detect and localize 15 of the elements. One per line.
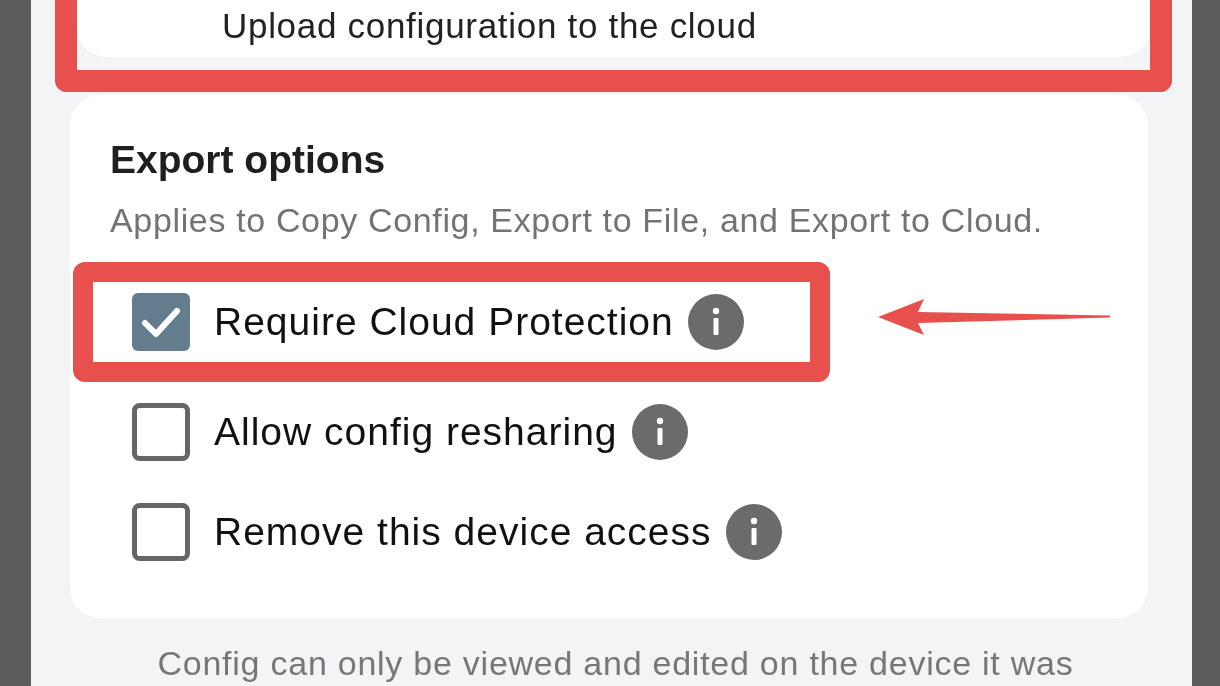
arrow-icon (877, 297, 1110, 337)
checkbox[interactable] (132, 503, 190, 561)
checkbox[interactable] (132, 403, 190, 461)
checkbox[interactable] (132, 293, 190, 351)
footer-note: Config can only be viewed and edited on the device it was (157, 644, 1074, 682)
checkbox-label[interactable]: Remove this device access (214, 509, 712, 555)
section-description: Applies to Copy Config, Export to File, and Export to Cloud. (110, 200, 1043, 240)
info-icon[interactable] (725, 504, 782, 560)
section-title: Export options (110, 138, 386, 182)
option-description: Upload configuration to the cloud (222, 6, 757, 46)
upload-card[interactable]: Upload configuration to the cloud (77, 0, 1150, 57)
info-icon[interactable] (687, 294, 744, 350)
checkbox-label[interactable]: Require Cloud Protection (214, 299, 674, 345)
checkbox-label[interactable]: Allow config resharing (214, 409, 618, 455)
info-icon[interactable] (631, 404, 688, 460)
